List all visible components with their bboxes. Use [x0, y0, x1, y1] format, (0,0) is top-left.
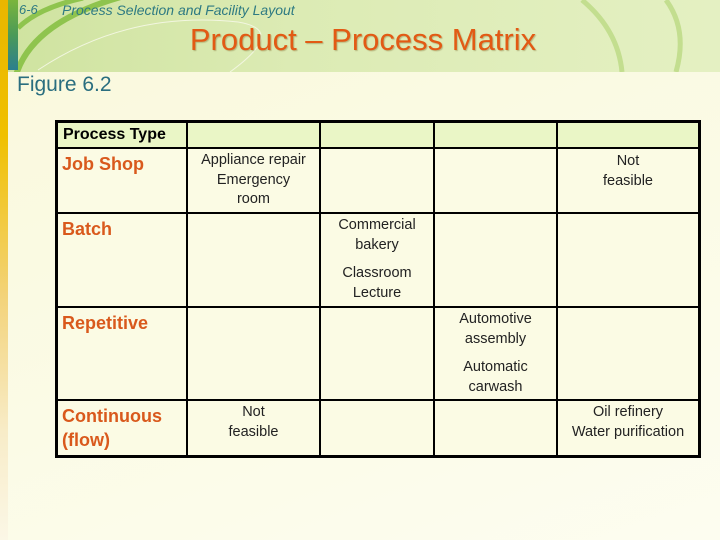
corner-header-label: Process Type	[63, 126, 166, 143]
matrix-cell: Oil refinery Water purification	[556, 399, 701, 458]
matrix-header-row: Process Type	[55, 120, 701, 149]
matrix-cell: Not feasible	[556, 147, 701, 214]
row-label-cell: Job Shop	[55, 147, 188, 214]
chapter-title: Process Selection and Facility Layout	[62, 2, 295, 18]
header-cell	[319, 120, 435, 149]
process-type-label: Job Shop	[62, 154, 144, 174]
chapter-number: 6-6	[19, 2, 38, 17]
process-type-label: Repetitive	[62, 313, 149, 333]
not-feasible-text: Not feasible	[228, 404, 279, 440]
matrix-row-job-shop: Job Shop Appliance repair Emergency room…	[55, 147, 701, 214]
figure-label: Figure 6.2	[17, 73, 112, 96]
matrix-cell: Appliance repair Emergency room	[186, 147, 321, 214]
left-accent-bar	[0, 0, 8, 540]
matrix-cell-empty	[433, 399, 558, 458]
matrix-cell-empty	[186, 306, 321, 401]
example-text: Commercial bakery	[338, 217, 416, 253]
matrix-row-batch: Batch Commercial bakery Classroom Lectur…	[55, 212, 701, 308]
example-text: Automotive assembly	[459, 311, 532, 347]
slide-title: Product – Process Matrix	[189, 22, 537, 57]
matrix-cell-empty	[556, 306, 701, 401]
header-cell	[186, 120, 321, 149]
row-label-cell: Batch	[55, 212, 188, 308]
header-cell-process-type: Process Type	[55, 120, 188, 149]
process-type-label: Batch	[62, 219, 113, 239]
matrix-cell-empty	[319, 147, 435, 214]
matrix-cell: Commercial bakery Classroom Lecture	[319, 212, 435, 308]
matrix-cell-empty	[433, 212, 558, 308]
matrix-cell: Not feasible	[186, 399, 321, 458]
row-label-cell: Repetitive	[55, 306, 188, 401]
matrix-cell-empty	[186, 212, 321, 308]
matrix-cell: Automotive assembly Automatic carwash	[433, 306, 558, 401]
example-text: Classroom Lecture	[342, 265, 412, 301]
example-text: Automatic carwash	[463, 359, 528, 395]
matrix-row-continuous: Continuous (flow) Not feasible Oil refin…	[55, 399, 701, 458]
matrix-cell-empty	[433, 147, 558, 214]
matrix-cell-empty	[319, 306, 435, 401]
matrix-row-repetitive: Repetitive Automotive assembly Automatic…	[55, 306, 701, 401]
not-feasible-text: Not feasible	[603, 153, 653, 189]
matrix-cell-empty	[556, 212, 701, 308]
product-process-matrix: Process Type Job Shop Appliance repair E…	[55, 120, 701, 458]
example-text: Oil refinery Water purification	[571, 404, 685, 440]
example-text: Appliance repair Emergency room	[201, 152, 306, 207]
matrix-cell-empty	[319, 399, 435, 458]
row-label-cell: Continuous (flow)	[55, 399, 188, 458]
process-type-label: Continuous (flow)	[62, 406, 162, 450]
header-cell	[556, 120, 701, 149]
header-cell	[433, 120, 558, 149]
